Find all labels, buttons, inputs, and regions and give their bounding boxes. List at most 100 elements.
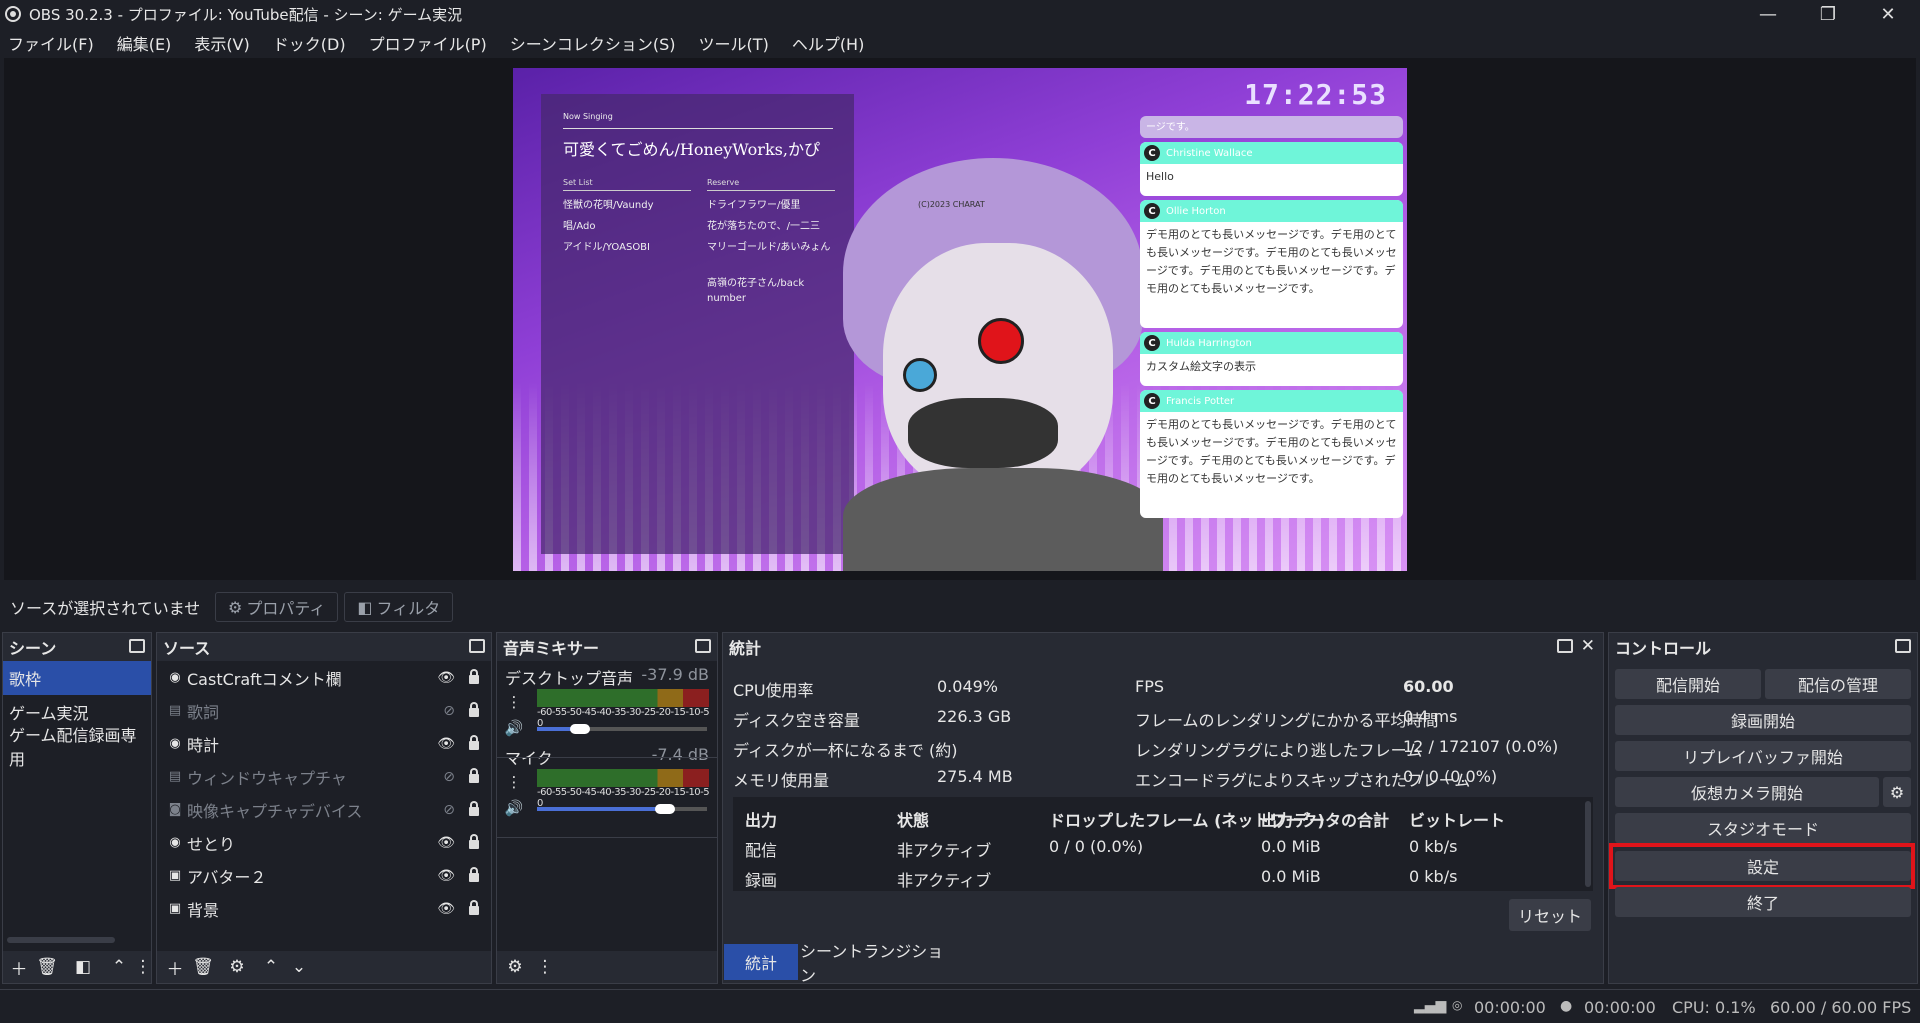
gear-icon[interactable]: ⚙ — [1883, 777, 1911, 807]
table-header: ビットレート — [1409, 811, 1506, 830]
add-source-button[interactable]: ＋ — [163, 955, 187, 980]
visibility-icon[interactable]: 👁 — [437, 670, 455, 686]
speaker-icon[interactable]: 🔊 — [503, 797, 525, 819]
menu-tools[interactable]: ツール(T) — [695, 31, 773, 55]
scenes-dock: シーン 歌枠 ゲーム実況 ゲーム配信録画専用 ＋ 🗑 ◧ ⌃ ⋮ — [2, 632, 152, 984]
gear-icon[interactable]: ⚙ — [503, 955, 527, 979]
add-scene-button[interactable]: ＋ — [7, 955, 31, 980]
hidden-icon[interactable]: ⊘ — [443, 802, 455, 818]
source-item[interactable]: ▤ 歌詞 ⊘ — [157, 694, 491, 727]
tab-scene-transitions[interactable]: シーントランジション — [800, 942, 952, 985]
menu-view[interactable]: 表示(V) — [190, 31, 253, 55]
undock-icon[interactable] — [1557, 639, 1573, 653]
source-list: ◉ CastCraftコメント欄 👁 ▤ 歌詞 ⊘ ◉ 時計 👁 ▤ ウィンドウキャプチャ ⊘ … — [157, 661, 491, 951]
move-up-icon[interactable]: ⌃ — [259, 955, 283, 979]
stat-label: FPS — [1135, 677, 1165, 696]
studio-mode-button[interactable]: スタジオモード — [1615, 813, 1911, 843]
controls-title: コントロール — [1615, 639, 1712, 658]
close-icon[interactable]: ✕ — [1581, 636, 1595, 656]
divider — [497, 837, 717, 838]
scrollbar[interactable] — [1585, 801, 1591, 887]
stat-value: 0.049% — [937, 677, 999, 696]
scene-item[interactable]: ゲーム配信録画専用 — [3, 726, 151, 769]
settings-button[interactable]: 設定 — [1615, 851, 1911, 881]
more-icon[interactable]: ⋮ — [533, 955, 557, 979]
maximize-button[interactable]: ❐ — [1798, 0, 1858, 28]
audio-mixer-dock: 音声ミキサー デスクトップ音声 -37.9 dB ⋮ -60-55-50-45-… — [496, 632, 718, 984]
source-item[interactable]: ▣ 背景 👁 — [157, 892, 491, 925]
more-icon[interactable]: ⋮ — [131, 955, 155, 979]
undock-icon[interactable] — [695, 639, 711, 653]
lock-icon[interactable] — [469, 702, 479, 717]
move-down-icon[interactable]: ⌄ — [287, 955, 311, 979]
start-recording-button[interactable]: 録画開始 — [1615, 705, 1911, 735]
tab-stats[interactable]: 統計 — [724, 944, 798, 980]
lock-icon[interactable] — [469, 834, 479, 849]
reset-button[interactable]: リセット — [1509, 899, 1591, 931]
virtual-camera-button[interactable]: 仮想カメラ開始 — [1615, 777, 1879, 807]
remove-scene-icon[interactable]: 🗑 — [35, 955, 59, 979]
channel-db: -37.9 dB — [641, 665, 709, 684]
table-cell: 0.0 MiB — [1261, 867, 1321, 886]
properties-button[interactable]: ⚙ プロパティ — [215, 592, 339, 622]
chat-text: ージです。 — [1146, 122, 1195, 133]
source-item[interactable]: ◙ 映像キャプチャデバイス ⊘ — [157, 793, 491, 826]
start-streaming-button[interactable]: 配信開始 — [1615, 669, 1761, 699]
channel-menu-icon[interactable]: ⋮ — [503, 771, 525, 793]
filters-button[interactable]: ◧ フィルタ — [344, 592, 454, 622]
menu-profile[interactable]: プロファイル(P) — [365, 31, 491, 55]
lock-icon[interactable] — [469, 867, 479, 882]
clock-display: 17:22:53 — [1244, 78, 1387, 111]
visibility-icon[interactable]: 👁 — [437, 901, 455, 917]
undock-icon[interactable] — [469, 639, 485, 653]
stat-label: レンダリングラグにより逃したフレーム — [1135, 741, 1423, 760]
chat-text: Hello — [1146, 170, 1174, 183]
scrollbar[interactable] — [7, 937, 115, 943]
replay-buffer-button[interactable]: リプレイバッファ開始 — [1615, 741, 1911, 771]
menu-edit[interactable]: 編集(E) — [113, 31, 176, 55]
channel-menu-icon[interactable]: ⋮ — [503, 691, 525, 713]
properties-label: プロパティ — [246, 599, 326, 618]
close-button[interactable]: ✕ — [1858, 0, 1918, 28]
move-up-icon[interactable]: ⌃ — [107, 955, 131, 979]
exit-button[interactable]: 終了 — [1615, 887, 1911, 917]
volume-slider-handle[interactable] — [570, 724, 590, 734]
menu-scene-collection[interactable]: シーンコレクション(S) — [506, 31, 680, 55]
visibility-icon[interactable]: 👁 — [437, 868, 455, 884]
undock-icon[interactable] — [129, 639, 145, 653]
filter-icon[interactable]: ◧ — [71, 955, 95, 979]
avatar-mask — [908, 398, 1058, 468]
preview-canvas[interactable]: Now Singing 可愛くてごめん/HoneyWorks,かぴ Set Li… — [513, 68, 1407, 571]
source-item[interactable]: ▤ ウィンドウキャプチャ ⊘ — [157, 760, 491, 793]
hidden-icon[interactable]: ⊘ — [443, 769, 455, 785]
chat-message: C Hulda Harrington カスタム絵文字の表示 — [1140, 332, 1403, 386]
stream-icon: ◎ — [1452, 998, 1463, 1012]
source-item[interactable]: ▣ アバター２ 👁 — [157, 859, 491, 892]
source-item[interactable]: ◉ せとり 👁 — [157, 826, 491, 859]
visibility-icon[interactable]: 👁 — [437, 835, 455, 851]
source-name: 歌詞 — [187, 702, 220, 722]
lock-icon[interactable] — [469, 801, 479, 816]
minimize-button[interactable]: — — [1738, 0, 1798, 28]
source-name: 背景 — [187, 900, 220, 920]
lock-icon[interactable] — [469, 669, 479, 684]
speaker-icon[interactable]: 🔊 — [503, 717, 525, 739]
remove-source-icon[interactable]: 🗑 — [191, 955, 215, 979]
undock-icon[interactable] — [1895, 639, 1911, 653]
menu-file[interactable]: ファイル(F) — [4, 31, 98, 55]
scene-item[interactable]: 歌枠 — [3, 661, 151, 695]
lock-icon[interactable] — [469, 735, 479, 750]
source-item[interactable]: ◉ CastCraftコメント欄 👁 — [157, 661, 491, 694]
menu-help[interactable]: ヘルプ(H) — [788, 31, 869, 55]
menu-dock[interactable]: ドック(D) — [269, 31, 350, 55]
lock-icon[interactable] — [469, 768, 479, 783]
sources-title: ソース — [163, 639, 211, 658]
gear-icon[interactable]: ⚙ — [225, 955, 249, 979]
manage-stream-button[interactable]: 配信の管理 — [1765, 669, 1911, 699]
hidden-icon[interactable]: ⊘ — [443, 703, 455, 719]
lock-icon[interactable] — [469, 900, 479, 915]
divider — [563, 190, 691, 191]
visibility-icon[interactable]: 👁 — [437, 736, 455, 752]
volume-slider-handle[interactable] — [655, 804, 675, 814]
source-item[interactable]: ◉ 時計 👁 — [157, 727, 491, 760]
